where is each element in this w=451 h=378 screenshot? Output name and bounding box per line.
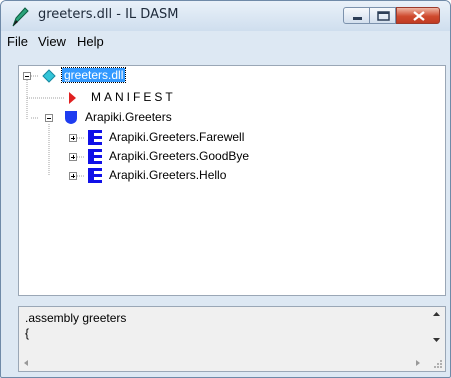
output-text[interactable]: .assembly greeters {	[25, 311, 126, 341]
horizontal-scrollbar[interactable]	[19, 354, 429, 371]
menu-file[interactable]: File	[7, 34, 28, 49]
close-button[interactable]	[396, 7, 440, 24]
class-icon	[88, 130, 102, 145]
expand-toggle-farewell[interactable]	[69, 134, 77, 142]
tree-view[interactable]: greeters.dll MANIFEST Arapiki.Greeters A…	[18, 65, 446, 296]
namespace-shield-icon	[65, 111, 77, 124]
close-icon	[413, 11, 425, 21]
menu-help[interactable]: Help	[77, 34, 104, 49]
ildasm-window: greeters.dll - IL DASM File View Help gr…	[0, 0, 451, 378]
collapse-toggle-namespace[interactable]	[45, 114, 53, 122]
class-icon	[88, 149, 102, 164]
collapse-toggle-root[interactable]	[23, 72, 31, 80]
scroll-up-icon[interactable]	[432, 311, 441, 317]
tree-node-class-goodbye[interactable]: Arapiki.Greeters.GoodBye	[109, 149, 249, 163]
tree-node-namespace[interactable]: Arapiki.Greeters	[85, 110, 172, 124]
tree-connector-lines	[26, 75, 85, 177]
tree-node-root[interactable]: greeters.dll	[60, 67, 127, 83]
output-line-1: .assembly greeters	[25, 311, 127, 325]
manifest-arrow-icon	[69, 92, 76, 104]
resize-grip-icon[interactable]	[431, 357, 443, 369]
minimize-icon	[353, 17, 362, 20]
output-line-2: {	[25, 326, 30, 340]
scroll-right-icon[interactable]	[415, 359, 421, 367]
ildasm-pen-icon	[12, 7, 29, 27]
scroll-down-icon[interactable]	[432, 337, 441, 343]
title-bar[interactable]: greeters.dll - IL DASM	[1, 1, 450, 31]
maximize-icon	[377, 11, 390, 21]
tree-node-class-hello[interactable]: Arapiki.Greeters.Hello	[109, 168, 226, 182]
menu-view[interactable]: View	[38, 34, 66, 49]
scroll-left-icon[interactable]	[23, 359, 29, 367]
tree-node-class-farewell[interactable]: Arapiki.Greeters.Farewell	[109, 130, 244, 144]
tree-node-manifest[interactable]: MANIFEST	[91, 90, 176, 104]
minimize-button[interactable]	[343, 7, 370, 24]
output-pane[interactable]: .assembly greeters {	[18, 306, 446, 372]
assembly-diamond-icon	[42, 69, 56, 83]
maximize-button[interactable]	[369, 7, 396, 24]
class-icon	[88, 168, 102, 183]
window-title: greeters.dll - IL DASM	[38, 7, 179, 22]
menu-bar: File View Help	[1, 31, 450, 53]
expand-toggle-goodbye[interactable]	[69, 153, 77, 161]
vertical-scrollbar[interactable]	[428, 307, 445, 355]
expand-toggle-hello[interactable]	[69, 172, 77, 180]
